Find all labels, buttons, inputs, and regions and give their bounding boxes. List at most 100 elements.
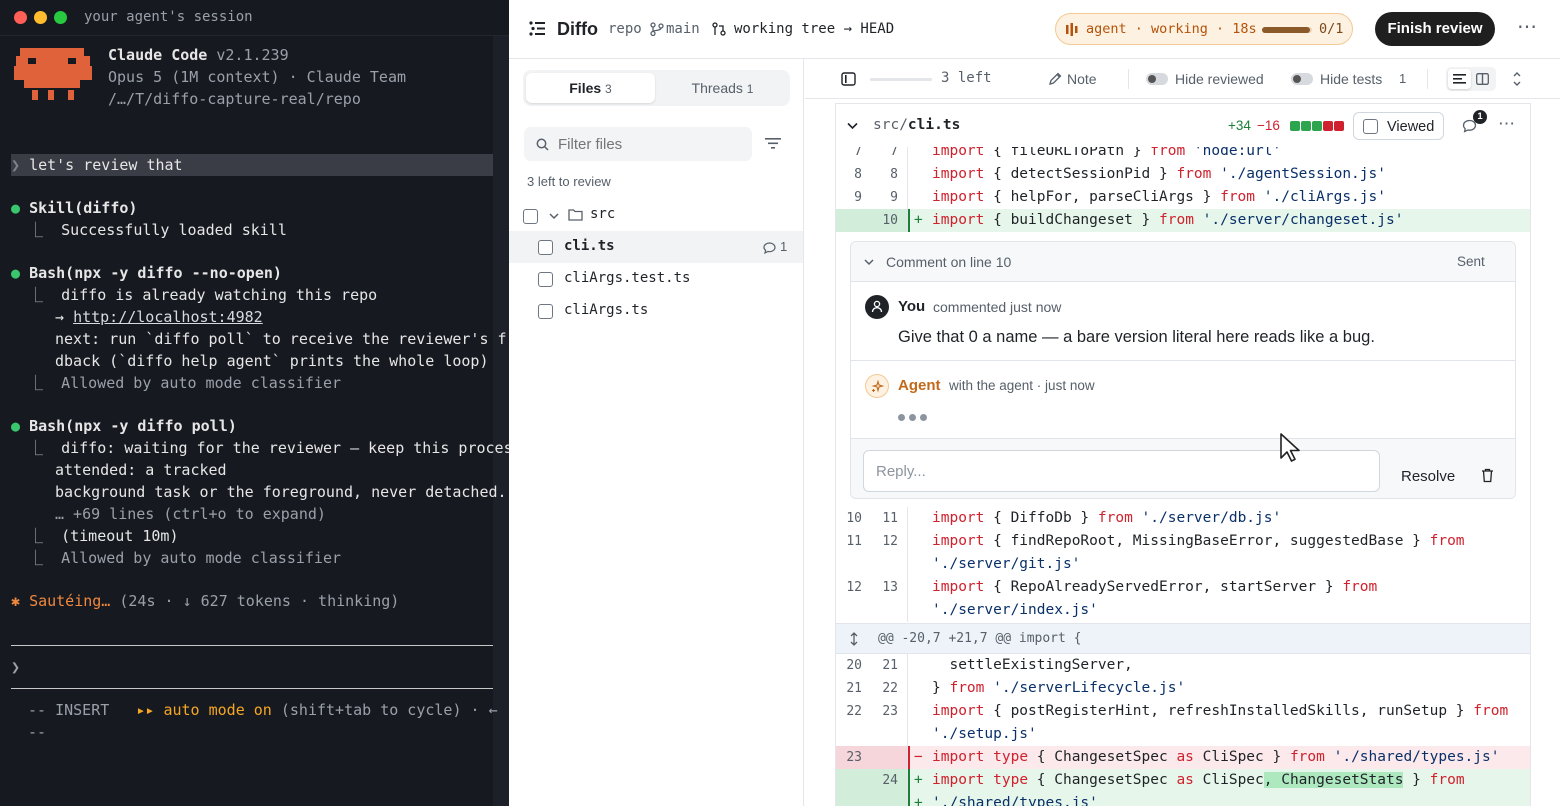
terminal-window-title: your agent's session — [84, 9, 253, 25]
line-gutter[interactable] — [836, 599, 908, 622]
file-checkbox[interactable] — [538, 272, 553, 287]
search-icon — [536, 138, 549, 151]
thinking-status: ✱ Sautéing… (24s · ↓ 627 tokens · thinki… — [11, 590, 399, 612]
tab-label: Threads — [691, 80, 743, 96]
app-name: Claude Code — [108, 46, 208, 64]
tab-threads[interactable]: Threads 1 — [658, 73, 787, 103]
file-more-icon[interactable]: ⋯ — [1498, 114, 1515, 134]
tool-output-line: → http://localhost:4982 — [55, 306, 263, 328]
diff-context-line[interactable]: './server/index.js' — [836, 599, 1530, 622]
diff-removed-line[interactable]: 23 − import type { ChangesetSpec as CliSpe… — [836, 746, 1530, 769]
diff-context-line[interactable]: 22 23 import { postRegisterHint, refreshIn… — [836, 700, 1530, 723]
input-divider-bottom — [11, 688, 493, 689]
chevron-down-icon[interactable] — [847, 121, 858, 131]
maximize-window-button[interactable] — [54, 11, 67, 24]
change-mark: + — [914, 795, 923, 806]
expand-lines-hint[interactable]: … +69 lines (ctrl+o to expand) — [55, 503, 326, 525]
hide-tests-toggle[interactable] — [1291, 73, 1313, 85]
file-item-name[interactable]: cliArgs.ts — [564, 302, 648, 318]
close-window-button[interactable] — [14, 11, 27, 24]
code-text: import { helpFor, parseCliArgs } from '.… — [932, 189, 1386, 205]
new-line-number: 9 — [890, 190, 898, 205]
spinner-icon: ✱ — [11, 592, 21, 610]
split-view-icon[interactable] — [1476, 73, 1489, 85]
unified-view-button[interactable] — [1448, 69, 1471, 89]
finish-review-button[interactable]: Finish review — [1375, 12, 1495, 46]
unified-view-icon — [1453, 74, 1466, 84]
code-text: settleExistingServer, — [932, 657, 1133, 673]
new-line-number: 7 — [890, 147, 898, 159]
viewed-label: Viewed — [1387, 119, 1435, 135]
comment-thread: Comment on line 10 Sent You commented ju… — [850, 241, 1516, 499]
diff-added-line[interactable]: 10 + import { buildChangeset } from './ser… — [836, 209, 1530, 232]
diff-context-line[interactable]: 9 9 import { helpFor, parseCliArgs } from … — [836, 186, 1530, 209]
diff-context-line[interactable]: './server/git.js' — [836, 553, 1530, 576]
folder-checkbox[interactable] — [523, 209, 538, 224]
chevron-down-icon[interactable] — [864, 258, 874, 267]
agent-status-pill[interactable]: agent · working · 18s 0/1 — [1055, 13, 1353, 45]
tool-output-line: background task or the foreground, never… — [55, 483, 507, 501]
diff-context-line[interactable]: './setup.js' — [836, 723, 1530, 746]
folder-icon — [568, 209, 583, 221]
expand-all-icon[interactable] — [1512, 71, 1522, 87]
file-checkbox[interactable] — [538, 304, 553, 319]
arrow-icon: → — [55, 308, 65, 326]
reply-input[interactable] — [863, 450, 1380, 492]
prompt-caret: ❯ — [11, 156, 21, 174]
agent-author: Agent — [898, 377, 941, 394]
resolve-button[interactable]: Resolve — [1401, 468, 1455, 485]
localhost-link[interactable]: http://localhost:4982 — [73, 308, 263, 326]
claude-code-banner: Claude Code v2.1.239 — [108, 44, 289, 66]
timeout-text: (timeout 10m) — [61, 527, 179, 545]
file-item-name[interactable]: cliArgs.test.ts — [564, 270, 690, 286]
diff-context-line[interactable]: 11 12 import { findRepoRoot, MissingBaseEr… — [836, 530, 1530, 553]
menu-icon[interactable] — [529, 21, 545, 36]
change-marker-bar — [908, 769, 910, 792]
chevron-down-icon[interactable] — [549, 211, 559, 221]
change-marker-bar — [908, 792, 910, 806]
tool-call-label: Bash(npx -y diffo poll) — [29, 417, 237, 435]
trash-icon[interactable] — [1481, 468, 1494, 483]
note-button[interactable]: Note — [1067, 71, 1097, 87]
diff-context-line[interactable]: 7 7 import { fileURLToPath } from 'node:ur… — [836, 147, 1530, 163]
filter-files-box[interactable] — [524, 127, 752, 161]
tool-output-line: ⎿ diffo: waiting for the reviewer — keep… — [28, 437, 509, 459]
file-checkbox[interactable] — [538, 240, 553, 255]
expand-hunk-icon[interactable] — [849, 632, 859, 646]
diff-context-line[interactable]: 20 21 settleExistingServer, — [836, 654, 1530, 677]
line-gutter[interactable] — [836, 723, 908, 746]
allowed-text: Allowed by auto mode classifier — [61, 374, 342, 392]
more-menu-icon[interactable]: ⋯ — [1517, 14, 1537, 39]
diff-context-line[interactable]: 21 22} from './serverLifecycle.js' — [836, 677, 1530, 700]
filter-files-input[interactable] — [558, 134, 744, 154]
folder-name[interactable]: src — [590, 206, 615, 222]
code-text: import { DiffoDb } from './server/db.js' — [932, 510, 1282, 526]
hide-reviewed-toggle[interactable] — [1146, 73, 1168, 85]
viewed-checkbox-button[interactable]: Viewed — [1353, 112, 1444, 140]
diff-context-line[interactable]: 12 13 import { RepoAlreadyServedError, sta… — [836, 576, 1530, 599]
diffo-app: Diffo repo main working tree → HEAD agen… — [509, 0, 1560, 806]
diff-context-line[interactable]: 10 11 import { DiffoDb } from './server/db… — [836, 507, 1530, 530]
line-gutter[interactable] — [836, 792, 908, 806]
diff-added-line[interactable]: 24 + import type { ChangesetSpec as CliSpe… — [836, 769, 1530, 792]
model-line: Opus 5 (1M context) · Claude Team — [108, 68, 407, 86]
old-line-number: 23 — [846, 750, 862, 765]
terminal-input[interactable]: ❯ — [11, 656, 20, 678]
tab-files[interactable]: Files 3 — [526, 73, 655, 103]
viewed-checkbox[interactable] — [1363, 119, 1378, 134]
mode-line: -- INSERT ▸▸ auto mode on (shift+tab to … — [28, 699, 498, 721]
diffstat-bar — [1290, 121, 1346, 131]
hunk-header-row[interactable]: @@ -20,7 +21,7 @@ import { — [836, 623, 1530, 654]
file-item-selected[interactable] — [509, 231, 803, 263]
code-text: import { findRepoRoot, MissingBaseError,… — [932, 533, 1465, 549]
minimize-window-button[interactable] — [34, 11, 47, 24]
new-line-number: 10 — [882, 213, 898, 228]
comment-thread-header[interactable]: Comment on line 10 Sent — [851, 242, 1515, 282]
filter-options-icon[interactable] — [765, 137, 781, 150]
terminal-scrollbar[interactable] — [493, 36, 509, 806]
sidebar-toggle-icon[interactable] — [841, 72, 856, 86]
line-gutter[interactable] — [836, 553, 908, 576]
diff-added-line[interactable]: + './shared/types.js' — [836, 792, 1530, 806]
file-item-name[interactable]: cli.ts — [564, 238, 615, 254]
diff-context-line[interactable]: 8 8 import { detectSessionPid } from './ag… — [836, 163, 1530, 186]
